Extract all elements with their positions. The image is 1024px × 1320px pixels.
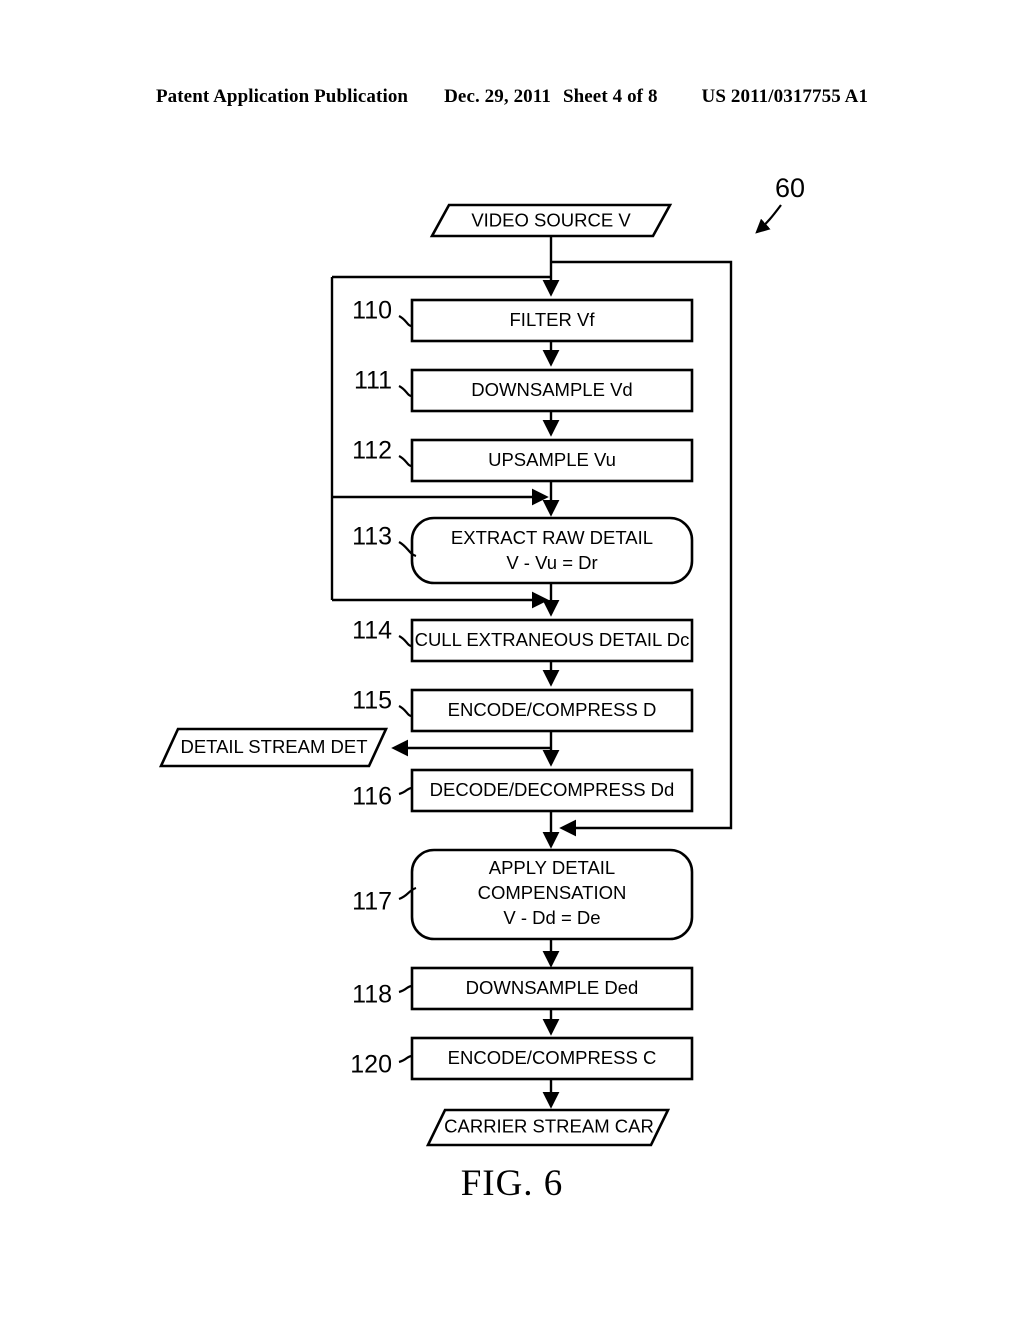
- node-carrier-stream-label: CARRIER STREAM CAR: [444, 1115, 654, 1136]
- node-113-label-line1: EXTRACT RAW DETAIL: [451, 527, 653, 548]
- ref-118-leader: [398, 984, 413, 994]
- ref-114: 114: [352, 617, 392, 645]
- node-114-label: CULL EXTRANEOUS DETAIL Dc: [415, 629, 690, 650]
- figure-caption: FIG. 6: [460, 1163, 564, 1204]
- node-117-label-line2: COMPENSATION: [478, 882, 627, 903]
- ref-110: 110: [352, 297, 392, 325]
- ref-111-leader: [398, 385, 413, 398]
- ref-110-leader: [398, 315, 413, 328]
- ref-112: 112: [352, 437, 392, 465]
- node-117-label-line1: APPLY DETAIL: [489, 857, 615, 878]
- diagram-reference-60: 60: [775, 173, 805, 203]
- node-111-label: DOWNSAMPLE Vd: [471, 379, 632, 400]
- node-112-label: UPSAMPLE Vu: [488, 449, 616, 470]
- ref-115: 115: [352, 687, 392, 715]
- node-detail-stream-label: DETAIL STREAM DET: [180, 736, 367, 757]
- ref-118: 118: [352, 981, 392, 1009]
- ref-116: 116: [352, 783, 392, 811]
- node-117-label-line3: V - Dd = De: [503, 907, 600, 928]
- node-118-label: DOWNSAMPLE Ded: [466, 977, 639, 998]
- flowchart-diagram: 60 VIDEO SOURCE V FILTER Vf 110 DOWNSAMP…: [158, 173, 805, 1147]
- ref-116-leader: [398, 786, 413, 796]
- node-120-label: ENCODE/COMPRESS C: [448, 1047, 657, 1068]
- ref-113: 113: [352, 523, 392, 551]
- node-113-label-line2: V - Vu = Dr: [506, 552, 597, 573]
- patent-page: Patent Application Publication Dec. 29, …: [0, 0, 1024, 1320]
- diagram-reference-arrow: [755, 204, 782, 234]
- node-110-label: FILTER Vf: [510, 309, 596, 330]
- ref-114-leader: [398, 635, 413, 648]
- ref-120-leader: [398, 1054, 413, 1064]
- node-video-source-label: VIDEO SOURCE V: [471, 209, 631, 230]
- ref-120: 120: [350, 1051, 392, 1079]
- ref-112-leader: [398, 455, 413, 468]
- node-115-label: ENCODE/COMPRESS D: [448, 699, 657, 720]
- ref-111: 111: [354, 367, 392, 395]
- ref-115-leader: [398, 705, 413, 718]
- node-116-label: DECODE/DECOMPRESS Dd: [430, 779, 675, 800]
- ref-117: 117: [352, 888, 392, 916]
